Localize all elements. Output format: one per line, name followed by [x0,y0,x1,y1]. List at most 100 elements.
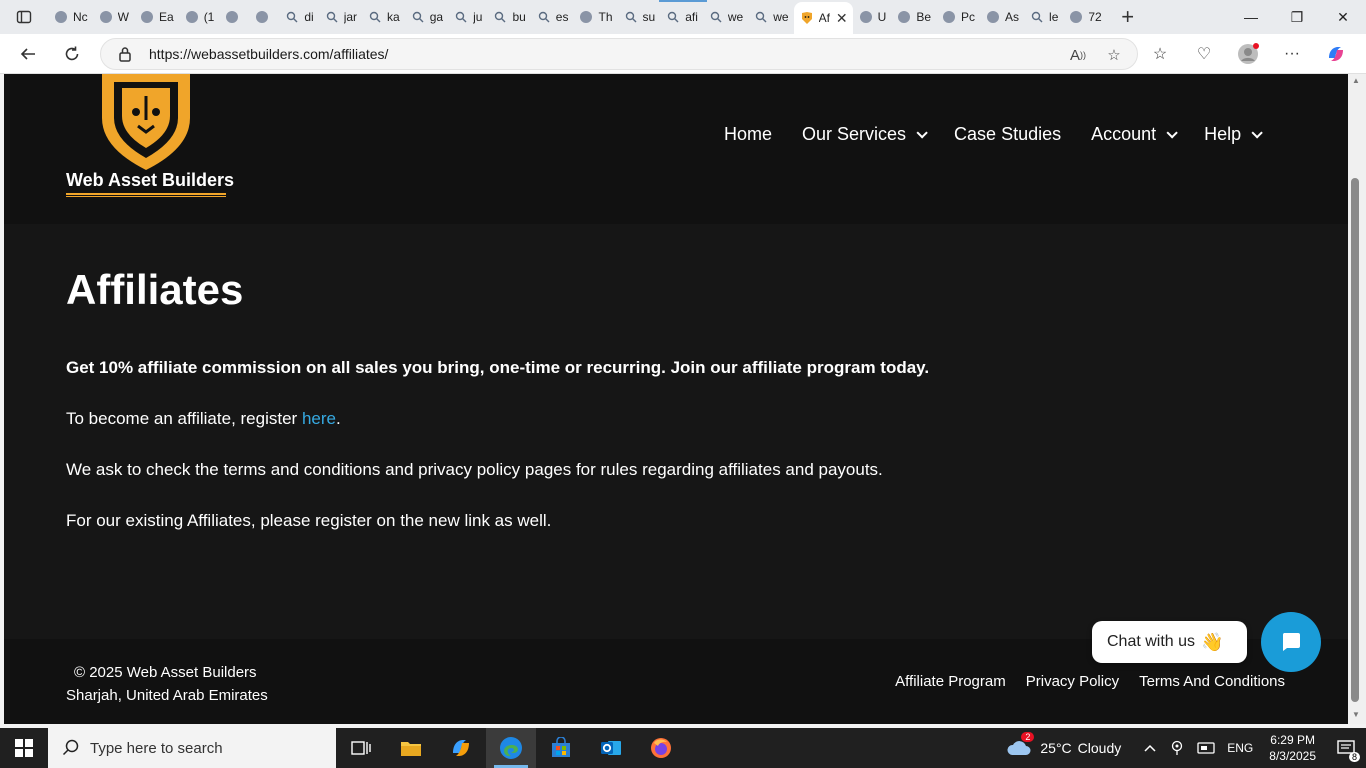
page-scrollbar[interactable]: ▲ ▼ [1348,74,1366,724]
nav-item-case-studies[interactable]: Case Studies [954,124,1061,145]
tab-a-2[interactable]: Pc [936,3,980,31]
tab-label: Pc [961,10,976,24]
clock[interactable]: 6:29 PM 8/3/2025 [1259,732,1326,764]
tab-b-12[interactable]: es [531,3,574,31]
scroll-up-icon[interactable]: ▲ [1351,76,1361,86]
tab-a-5[interactable]: 72 [1063,3,1106,31]
chevron-down-icon [916,126,928,139]
tab-b-3[interactable]: (1 [179,3,220,31]
minimize-button[interactable]: — [1228,0,1274,34]
tab-loading-indicator [659,0,707,2]
close-tab-icon[interactable]: ✕ [836,10,848,27]
xf-icon [941,9,957,25]
tab-a-0[interactable]: U [853,3,892,31]
tab-label: we [727,10,744,24]
search-icon [284,9,300,25]
tab-b-9[interactable]: ga [405,3,448,31]
windows-logo-icon [15,739,33,757]
copilot-app-button[interactable] [436,728,486,768]
tab-label: Af [818,11,830,25]
tab-a-3[interactable]: As [980,3,1024,31]
firefox-app-button[interactable] [636,728,686,768]
chevron-up-icon [1144,744,1156,752]
browser-essentials-icon[interactable]: ♡ [1182,38,1226,70]
tab-label: 72 [1088,10,1102,24]
back-button[interactable] [8,38,48,70]
tab-b-11[interactable]: bu [487,3,530,31]
register-paragraph: To become an affiliate, register here. [66,407,1066,431]
show-hidden-icons-button[interactable] [1137,743,1163,753]
footer-link-privacy-policy[interactable]: Privacy Policy [1026,673,1119,690]
footer-link-affiliate-program[interactable]: Affiliate Program [895,673,1006,690]
search-icon [367,9,383,25]
tab-b-5[interactable] [249,3,279,31]
meet-now-button[interactable] [1163,740,1191,756]
notification-center-button[interactable]: 8 [1326,728,1366,768]
task-view-button[interactable] [336,728,386,768]
edge-app-button[interactable] [486,728,536,768]
chevron-down-icon [1251,126,1263,139]
footer-link-terms-and-conditions[interactable]: Terms And Conditions [1139,673,1285,690]
favorite-star-icon[interactable]: ☆ [1101,43,1127,67]
profile-avatar-icon[interactable] [1226,38,1270,70]
scroll-down-icon[interactable]: ▼ [1351,710,1361,720]
logo-text[interactable]: Web Asset Builders [66,170,234,191]
language-indicator[interactable]: ENG [1221,741,1259,755]
nav-label: Case Studies [954,124,1062,144]
nav-item-help[interactable]: Help [1204,124,1263,145]
weather-widget[interactable]: 2 25°C Cloudy [1000,731,1127,759]
start-button[interactable] [0,728,48,768]
tab-b-13[interactable]: Th [573,3,617,31]
tab-b-16[interactable]: we [703,3,748,31]
tab-b-8[interactable]: ka [362,3,405,31]
search-icon [753,9,769,25]
firefox-icon [651,738,671,758]
network-button[interactable] [1191,741,1221,755]
chat-launcher-button[interactable] [1261,612,1321,672]
store-app-button[interactable] [536,728,586,768]
new-tab-button[interactable]: + [1113,3,1143,31]
tab-b-0[interactable]: Nc [48,3,93,31]
tab-label: di [304,10,314,24]
puzzle-icon [224,9,240,25]
url-text[interactable]: https://webassetbuilders.com/affiliates/ [149,46,388,62]
search-icon [62,739,79,756]
tab-active[interactable]: Af ✕ [793,2,853,34]
address-bar[interactable]: https://webassetbuilders.com/affiliates/… [100,38,1138,70]
tab-b-14[interactable]: su [618,3,661,31]
tab-b-6[interactable]: di [279,3,318,31]
nav-item-account[interactable]: Account [1091,124,1178,145]
tab-actions-button[interactable] [0,0,48,34]
tab-b-2[interactable]: Ea [134,3,179,31]
scrollbar-thumb[interactable] [1351,178,1359,702]
tab-b-7[interactable]: jar [319,3,362,31]
tab-b-17[interactable]: we [748,3,793,31]
search-icon [708,9,724,25]
outlook-app-button[interactable] [586,728,636,768]
tab-a-4[interactable]: le [1024,3,1063,31]
tab-label: afi [685,10,698,24]
refresh-button[interactable] [52,38,92,70]
close-window-button[interactable]: ✕ [1320,0,1366,34]
register-here-link[interactable]: here [302,409,336,428]
tab-label: U [877,10,887,24]
tab-b-4[interactable] [219,3,249,31]
main-content: Affiliates Get 10% affiliate commission … [66,266,1066,560]
site-info-icon[interactable] [101,46,149,62]
tab-b-15[interactable]: afi [660,3,703,31]
nav-item-our-services[interactable]: Our Services [802,124,928,145]
chat-with-us-button[interactable]: Chat with us 👋 [1092,621,1247,663]
tab-b-1[interactable]: W [93,3,134,31]
copilot-icon[interactable] [1314,38,1358,70]
favorites-icon[interactable]: ☆ [1138,38,1182,70]
taskbar-search-box[interactable]: Type here to search [48,728,336,768]
nav-item-home[interactable]: Home [724,124,772,145]
restore-button[interactable]: ❐ [1274,0,1320,34]
file-explorer-button[interactable] [386,728,436,768]
tab-a-1[interactable]: Be [891,3,936,31]
more-options-icon[interactable]: ··· [1270,38,1314,70]
tab-b-10[interactable]: ju [448,3,487,31]
copilot-app-icon [453,740,469,756]
read-aloud-icon[interactable]: A)) [1065,43,1091,67]
date-text: 8/3/2025 [1269,749,1316,763]
